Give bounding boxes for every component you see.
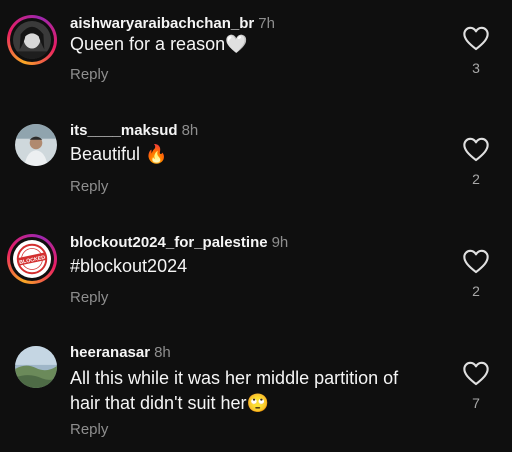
like-count: 3: [472, 60, 480, 76]
heart-outline-icon: [463, 249, 489, 274]
comment-text: All this while it was her middle partiti…: [70, 366, 450, 416]
reply-button[interactable]: Reply: [70, 66, 108, 83]
timestamp: 7h: [258, 15, 275, 32]
comment-body-line-1: All this while it was her middle partiti…: [70, 368, 399, 388]
eye-roll-emoji: 🙄: [246, 393, 269, 413]
avatar[interactable]: [15, 346, 57, 388]
reply-button[interactable]: Reply: [70, 421, 108, 438]
comment-text: #blockout2024: [70, 256, 188, 276]
avatar: BLOCKED: [13, 240, 51, 278]
username[interactable]: aishwaryaraibachchan_br: [70, 15, 254, 32]
like-button[interactable]: [462, 360, 490, 386]
comment-meta: heeranasar 8h: [70, 344, 171, 361]
comment-meta: aishwaryaraibachchan_br 7h: [70, 15, 275, 32]
like-button[interactable]: [462, 136, 490, 162]
heart-outline-icon: [463, 137, 489, 162]
username[interactable]: its____maksud: [70, 122, 178, 139]
timestamp: 8h: [154, 344, 171, 361]
comment-body: Queen for a reason: [70, 34, 226, 54]
avatar[interactable]: [15, 124, 57, 166]
like-count: 7: [472, 395, 480, 411]
comment-meta: its____maksud 8h: [70, 122, 198, 139]
like-button[interactable]: [462, 248, 490, 274]
avatar: [13, 21, 51, 59]
reply-button[interactable]: Reply: [70, 178, 108, 195]
avatar-image: [15, 346, 57, 388]
comment-text: Queen for a reason🤍: [70, 32, 450, 57]
avatar-story-ring[interactable]: BLOCKED: [7, 234, 57, 284]
timestamp: 8h: [181, 122, 199, 139]
heart-outline-icon: [463, 26, 489, 51]
like-count: 2: [472, 171, 480, 187]
comment-meta: blockout2024_for_palestine 9h: [70, 234, 288, 251]
like-count: 2: [472, 283, 480, 299]
comment-body: Beautiful: [70, 144, 146, 164]
comment-body-line-2: hair that didn't suit her🙄: [70, 391, 450, 416]
fire-emoji: 🔥: [145, 144, 168, 164]
username[interactable]: heeranasar: [70, 344, 150, 361]
reply-button[interactable]: Reply: [70, 289, 108, 306]
avatar-story-ring[interactable]: [7, 15, 57, 65]
comment-text: Beautiful 🔥: [70, 142, 450, 167]
like-button[interactable]: [462, 25, 490, 51]
comment-body-line-2-text: hair that didn't suit her: [70, 393, 247, 413]
heart-outline-icon: [463, 361, 489, 386]
white-heart-emoji: 🤍: [225, 34, 248, 54]
timestamp: 9h: [271, 234, 289, 251]
avatar-image: [15, 124, 57, 166]
username[interactable]: blockout2024_for_palestine: [70, 234, 268, 251]
